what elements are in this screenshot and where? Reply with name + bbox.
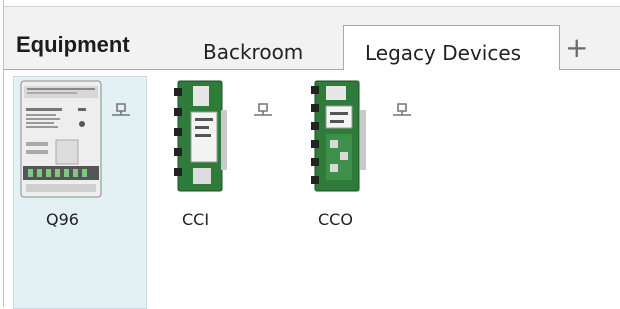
device-item-cco[interactable] <box>296 78 420 238</box>
link-icon <box>112 103 130 116</box>
add-tab-button[interactable]: + <box>565 34 588 62</box>
tab-bar: Equipment Backroom Legacy Devices + <box>4 7 620 78</box>
device-item-cci[interactable] <box>160 78 280 238</box>
panel-title: Equipment <box>16 32 130 57</box>
tab-label: Legacy Devices <box>365 41 522 65</box>
q96-module-icon <box>20 80 102 198</box>
tab-backroom[interactable]: Backroom <box>203 40 303 64</box>
device-label-q96: Q96 <box>46 210 79 229</box>
